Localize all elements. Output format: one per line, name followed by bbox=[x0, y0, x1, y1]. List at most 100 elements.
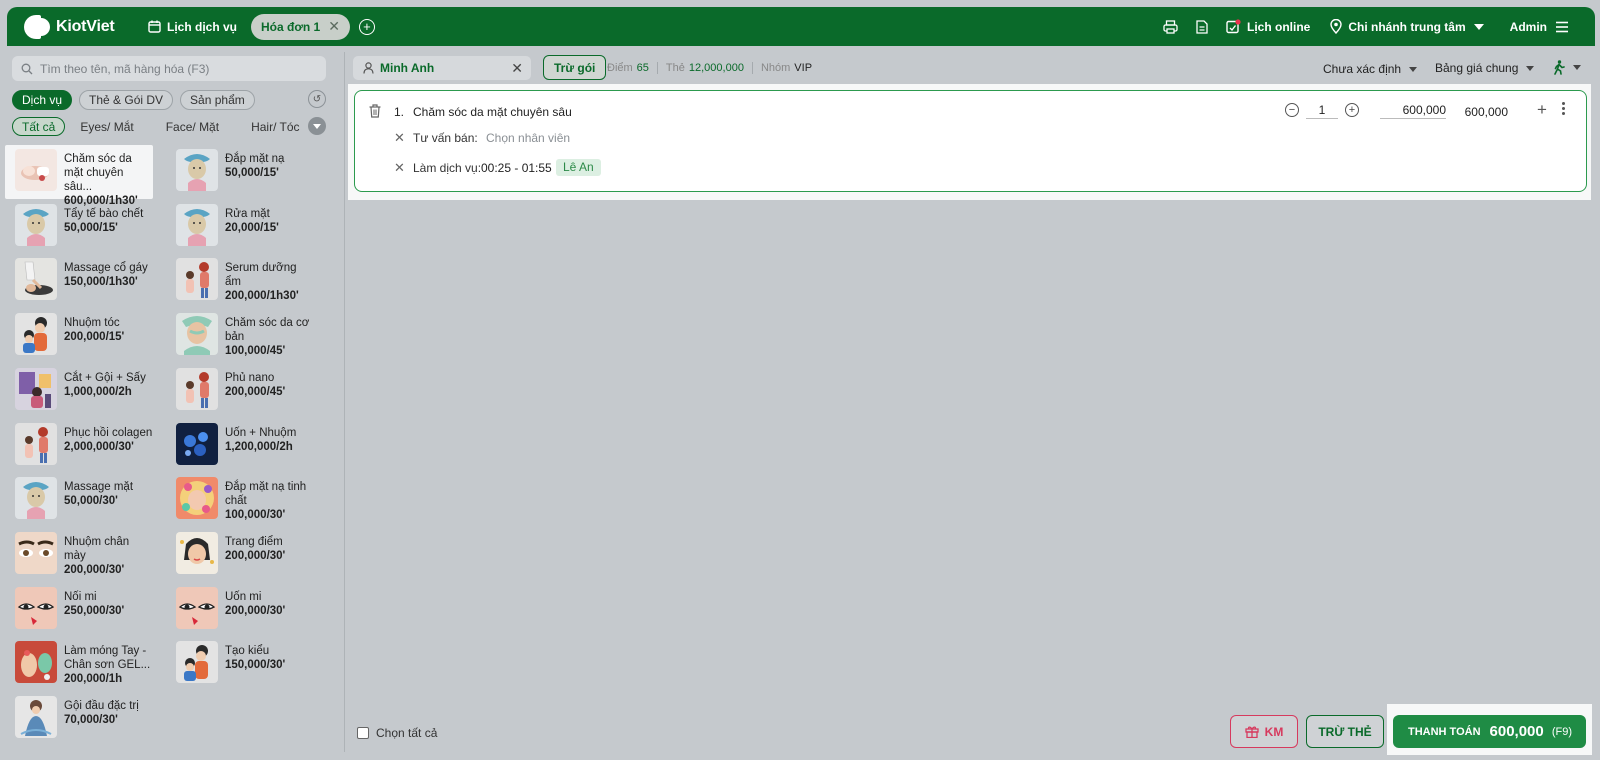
service-item[interactable]: Gội đầu đặc trị 70,000/30' bbox=[5, 692, 153, 746]
quantity-input[interactable]: 1 bbox=[1306, 102, 1338, 119]
service-price: 150,000/1h30' bbox=[64, 276, 138, 289]
service-price: 70,000/30' bbox=[64, 714, 118, 726]
service-price: 100,000/45' bbox=[225, 345, 286, 358]
subtab-face[interactable]: Face/ Mặt bbox=[157, 117, 228, 136]
service-text: Uốn mi 200,000/30' bbox=[225, 587, 285, 618]
tab-san-pham[interactable]: Sản phẩm bbox=[180, 90, 255, 110]
promotion-label: KM bbox=[1264, 724, 1284, 739]
service-thumbnail bbox=[15, 313, 57, 356]
service-item[interactable]: Tẩy tế bào chết 50,000/15' bbox=[5, 200, 153, 254]
service-text: Serum dưỡng ẩm 200,000/1h30' bbox=[225, 258, 314, 303]
service-item[interactable]: Đắp mặt nạ tinh chất 100,000/30' bbox=[166, 473, 314, 527]
price-list-select[interactable]: Bảng giá chung bbox=[1435, 61, 1535, 75]
price-list-value: Bảng giá chung bbox=[1435, 61, 1519, 75]
tab-dich-vu[interactable]: Dịch vụ bbox=[12, 90, 73, 110]
service-thumbnail bbox=[15, 586, 57, 629]
service-item[interactable]: Tạo kiểu 150,000/30' bbox=[166, 637, 314, 691]
service-time[interactable]: 00:25 - 01:55 bbox=[481, 161, 552, 175]
search-input[interactable]: Tìm theo tên, mã hàng hóa (F3) bbox=[12, 56, 326, 81]
service-item[interactable]: Chăm sóc da cơ bản 100,000/45' bbox=[166, 309, 314, 363]
deduct-package-button[interactable]: Trừ gói bbox=[543, 55, 607, 80]
service-item[interactable]: Đắp mặt nạ 50,000/15' bbox=[166, 145, 314, 199]
printer-icon[interactable] bbox=[1163, 19, 1178, 34]
search-placeholder: Tìm theo tên, mã hàng hóa (F3) bbox=[40, 61, 210, 76]
subcategory-dropdown-icon[interactable] bbox=[308, 117, 326, 135]
remove-service-staff-icon[interactable]: ✕ bbox=[394, 160, 405, 176]
service-thumbnail bbox=[176, 313, 218, 356]
pay-button[interactable]: THANH TOÁN 600,000 (F9) bbox=[1393, 715, 1586, 748]
service-price: 200,000/30' bbox=[64, 563, 125, 576]
subtab-all[interactable]: Tất cả bbox=[12, 117, 66, 136]
service-item[interactable]: Cắt + Gội + Sấy 1,000,000/2h bbox=[5, 364, 153, 418]
walk-in-selector[interactable] bbox=[1553, 60, 1581, 75]
card-value: 12,000,000 bbox=[688, 62, 744, 74]
service-item[interactable]: Làm móng Tay - Chân sơn GEL... 200,000/1h bbox=[5, 637, 153, 691]
service-item[interactable]: Nối mi 250,000/30' bbox=[5, 583, 153, 637]
subtab-hair[interactable]: Hair/ Tóc bbox=[242, 117, 308, 136]
kiotviet-logo[interactable]: KiotViet bbox=[24, 14, 126, 40]
service-name: Đắp mặt nạ tinh chất bbox=[225, 481, 307, 508]
category-tabs: Dịch vụ Thẻ & Gói DV Sản phẩm bbox=[12, 90, 255, 110]
service-item[interactable]: Massage cổ gáy 150,000/1h30' bbox=[5, 254, 153, 308]
decrease-quantity-icon[interactable]: − bbox=[1285, 103, 1299, 117]
service-price: 1,000,000/2h bbox=[64, 385, 132, 398]
calendar-icon bbox=[148, 20, 161, 33]
service-name: Nối mi bbox=[64, 590, 97, 603]
increase-quantity-icon[interactable]: + bbox=[1345, 103, 1359, 117]
history-icon[interactable]: ↺ bbox=[308, 90, 326, 108]
chevron-down-icon bbox=[1526, 65, 1535, 71]
select-all-checkbox[interactable]: Chọn tất cả bbox=[357, 726, 437, 740]
line-total: 600,000 bbox=[1464, 105, 1508, 119]
service-staff-chip[interactable]: Lê An bbox=[556, 159, 601, 176]
add-tab-icon[interactable]: + bbox=[358, 18, 375, 35]
document-icon[interactable] bbox=[1196, 19, 1208, 34]
service-item[interactable]: Uốn + Nhuộm 1,200,000/2h bbox=[166, 419, 314, 473]
unit-price-input[interactable]: 600,000 bbox=[1380, 102, 1446, 119]
service-thumbnail bbox=[176, 531, 218, 574]
service-price: 50,000/15' bbox=[64, 221, 118, 234]
promotion-button[interactable]: KM bbox=[1230, 715, 1298, 748]
user-label: Admin bbox=[1509, 19, 1547, 34]
service-name: Rửa mặt bbox=[225, 207, 270, 220]
branch-selector[interactable]: Chi nhánh trung tâm bbox=[1330, 19, 1484, 34]
status-select[interactable]: Chưa xác định bbox=[1323, 62, 1418, 76]
service-name: Serum dưỡng ẩm bbox=[225, 262, 297, 289]
user-menu[interactable]: Admin bbox=[1510, 20, 1569, 34]
schedule-link[interactable]: Lịch dịch vụ bbox=[148, 20, 237, 34]
service-item[interactable]: Chăm sóc da mặt chuyên sâu... 600,000/1h3… bbox=[5, 145, 153, 207]
service-item[interactable]: Phủ nano 200,000/45' bbox=[166, 364, 314, 418]
order-line[interactable]: 1. Chăm sóc da mặt chuyên sâu − 1 + 600,… bbox=[354, 90, 1587, 192]
more-options-icon[interactable] bbox=[1562, 102, 1566, 117]
service-thumbnail bbox=[15, 641, 57, 684]
add-line-icon[interactable]: + bbox=[1537, 100, 1547, 120]
tab-the-goi-dv[interactable]: Thẻ & Gói DV bbox=[79, 90, 174, 110]
service-thumbnail bbox=[176, 367, 218, 410]
trash-icon[interactable] bbox=[369, 104, 381, 118]
service-item[interactable]: Nhuộm chân mày 200,000/30' bbox=[5, 528, 153, 582]
service-price: 200,000/30' bbox=[225, 604, 286, 617]
service-item[interactable]: Trang điểm 200,000/30' bbox=[166, 528, 314, 582]
remove-consultant-icon[interactable]: ✕ bbox=[394, 130, 405, 146]
clear-customer-icon[interactable]: ✕ bbox=[511, 60, 523, 77]
branch-label: Chi nhánh trung tâm bbox=[1348, 19, 1466, 34]
panel-divider bbox=[344, 52, 345, 752]
points-label: Điểm bbox=[607, 62, 633, 74]
service-item[interactable]: Phục hồi colagen 2,000,000/30' bbox=[5, 419, 153, 473]
service-item[interactable]: Massage mặt 50,000/30' bbox=[5, 473, 153, 527]
service-item[interactable]: Rửa mặt 20,000/15' bbox=[166, 200, 314, 254]
service-item[interactable]: Nhuộm tóc 200,000/15' bbox=[5, 309, 153, 363]
points-value: 65 bbox=[636, 62, 649, 74]
service-name: Gội đầu đặc trị bbox=[64, 700, 139, 712]
service-thumbnail bbox=[176, 422, 218, 465]
tab-invoice-1[interactable]: Hóa đơn 1 ✕ bbox=[251, 13, 350, 40]
service-thumbnail bbox=[176, 477, 218, 520]
service-item[interactable]: Serum dưỡng ẩm 200,000/1h30' bbox=[166, 254, 314, 308]
customer-field[interactable]: Minh Anh ✕ bbox=[353, 56, 531, 80]
subtab-eyes[interactable]: Eyes/ Mắt bbox=[71, 117, 142, 136]
service-text: Gội đầu đặc trị 70,000/30' bbox=[64, 696, 139, 727]
deduct-card-button[interactable]: TRỪ THẺ bbox=[1306, 715, 1384, 748]
service-item[interactable]: Uốn mi 200,000/30' bbox=[166, 583, 314, 637]
close-tab-icon[interactable]: ✕ bbox=[328, 18, 340, 35]
consultant-select[interactable]: Chọn nhân viên bbox=[486, 131, 570, 145]
online-schedule-link[interactable]: Lịch online bbox=[1226, 19, 1310, 34]
